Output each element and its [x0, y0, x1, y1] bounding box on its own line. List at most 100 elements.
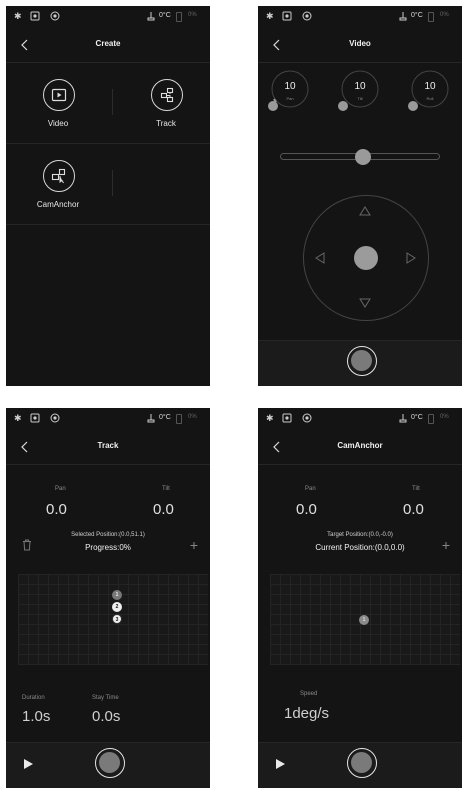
- track-tile[interactable]: Track: [126, 69, 206, 139]
- record-button-inner: [351, 752, 372, 773]
- duration-label: Duration: [22, 695, 45, 701]
- progress-text: Progress:0%: [85, 543, 131, 552]
- bluetooth-icon: ✱: [14, 11, 22, 21]
- track-position-grid[interactable]: 1 2 3: [18, 574, 208, 665]
- bluetooth-icon: ✱: [266, 11, 274, 21]
- play-icon[interactable]: [24, 759, 33, 769]
- record-button[interactable]: [347, 748, 377, 778]
- record-button-inner: [351, 350, 372, 371]
- bluetooth-icon: ✱: [14, 413, 22, 423]
- page-title: Track: [97, 441, 119, 450]
- pan-label: Pan: [305, 486, 316, 492]
- tilt-label: Tilt: [162, 486, 170, 492]
- record-status-icon: [302, 413, 312, 423]
- gimbal-icon: [282, 413, 292, 423]
- tile-divider: [112, 89, 113, 115]
- keypoint-marker[interactable]: 1: [112, 590, 122, 600]
- track-icon: [151, 79, 183, 111]
- selected-position-text: Selected Position:(0.0,51.1): [71, 532, 145, 538]
- record-button[interactable]: [95, 748, 125, 778]
- keypoint-marker[interactable]: 2: [112, 602, 122, 612]
- usb-icon: [147, 12, 155, 21]
- pan-dial-knob[interactable]: [268, 101, 278, 111]
- status-bar: ✱ 0°C 0%: [6, 6, 210, 28]
- stay-time-label: Stay Time: [92, 695, 119, 701]
- tilt-label: Tilt: [412, 486, 420, 492]
- record-button-inner: [99, 752, 120, 773]
- roll-dial-value: 10: [424, 81, 436, 92]
- tilt-dial-label: Tilt: [357, 96, 363, 101]
- record-status-icon: [50, 413, 60, 423]
- speed-value[interactable]: 1deg/s: [284, 705, 329, 722]
- page-title: Create: [95, 39, 121, 48]
- arrow-down-icon[interactable]: [359, 298, 371, 308]
- create-screen: ✱ 0°C 0% Create Video Track CamAnchor: [6, 6, 210, 386]
- arrow-up-icon[interactable]: [359, 206, 371, 216]
- battery-icon: [428, 12, 434, 22]
- status-bar: ✱ 0°C 0%: [258, 6, 462, 28]
- battery-percent: 0%: [188, 414, 197, 420]
- camanchor-screen: ✱ 0°C 0% CamAnchor Pan 0.0 Tilt 0.0 Targ…: [258, 408, 462, 788]
- speed-label: Speed: [300, 691, 318, 697]
- gimbal-icon: [30, 11, 40, 21]
- camanchor-icon: [43, 160, 75, 192]
- stay-time-value[interactable]: 0.0s: [92, 708, 120, 725]
- temperature-text: 0°C: [411, 12, 423, 19]
- tile-row-1: Video Track: [6, 63, 210, 144]
- bluetooth-icon: ✱: [266, 413, 274, 423]
- battery-percent: 0%: [440, 414, 449, 420]
- anchor-position-grid[interactable]: 1: [270, 574, 460, 665]
- status-bar: ✱ 0°C 0%: [6, 408, 210, 430]
- camanchor-tile-label: CamAnchor: [36, 200, 80, 209]
- tilt-dial-value: 10: [354, 81, 366, 92]
- track-tile-label: Track: [156, 119, 176, 128]
- usb-icon: [399, 12, 407, 21]
- nav-bar: Create: [6, 28, 210, 63]
- arrow-left-icon[interactable]: [315, 252, 325, 264]
- target-position-text: Target Position:(0.0,-0.0): [327, 532, 393, 538]
- speed-slider-thumb[interactable]: [355, 149, 372, 165]
- gimbal-icon: [30, 413, 40, 423]
- record-button[interactable]: [347, 346, 377, 376]
- arrow-right-icon[interactable]: [406, 252, 416, 264]
- page-title: CamAnchor: [337, 441, 383, 450]
- usb-icon: [399, 414, 407, 423]
- keypoint-marker[interactable]: 3: [112, 614, 122, 624]
- pan-label: Pan: [55, 486, 66, 492]
- tilt-value: 0.0: [153, 501, 174, 518]
- pan-value: 0.0: [46, 501, 67, 518]
- page-title: Video: [349, 39, 371, 48]
- duration-value[interactable]: 1.0s: [22, 708, 50, 725]
- pan-dial-value: 10: [284, 81, 296, 92]
- temperature-text: 0°C: [159, 12, 171, 19]
- pan-value: 0.0: [296, 501, 317, 518]
- joystick-knob[interactable]: [354, 246, 378, 270]
- temperature-text: 0°C: [159, 414, 171, 421]
- battery-icon: [176, 12, 182, 22]
- roll-dial-knob[interactable]: [408, 101, 418, 111]
- track-screen: ✱ 0°C 0% Track Pan 0.0 Tilt 0.0 Selected…: [6, 408, 210, 788]
- battery-icon: [176, 414, 182, 424]
- pan-dial-label: Pan: [286, 96, 294, 101]
- battery-percent: 0%: [440, 12, 449, 18]
- video-tile[interactable]: Video: [18, 69, 98, 139]
- add-anchor-icon[interactable]: +: [442, 538, 450, 552]
- tile-row-2: CamAnchor: [6, 144, 210, 225]
- nav-bar: Video: [258, 28, 462, 63]
- tilt-dial-knob[interactable]: [338, 101, 348, 111]
- tilt-value: 0.0: [403, 501, 424, 518]
- camanchor-tile[interactable]: CamAnchor: [18, 150, 98, 220]
- add-keypoint-icon[interactable]: +: [190, 538, 198, 552]
- play-icon[interactable]: [276, 759, 285, 769]
- record-status-icon: [302, 11, 312, 21]
- gimbal-icon: [282, 11, 292, 21]
- usb-icon: [147, 414, 155, 423]
- nav-bar: CamAnchor: [258, 430, 462, 465]
- roll-dial-label: Roll: [426, 96, 434, 101]
- battery-icon: [428, 414, 434, 424]
- nav-bar: Track: [6, 430, 210, 465]
- tile-divider: [112, 170, 113, 196]
- current-position-text: Current Position:(0.0,0.0): [315, 543, 405, 552]
- video-icon: [43, 79, 75, 111]
- anchor-marker[interactable]: 1: [359, 615, 369, 625]
